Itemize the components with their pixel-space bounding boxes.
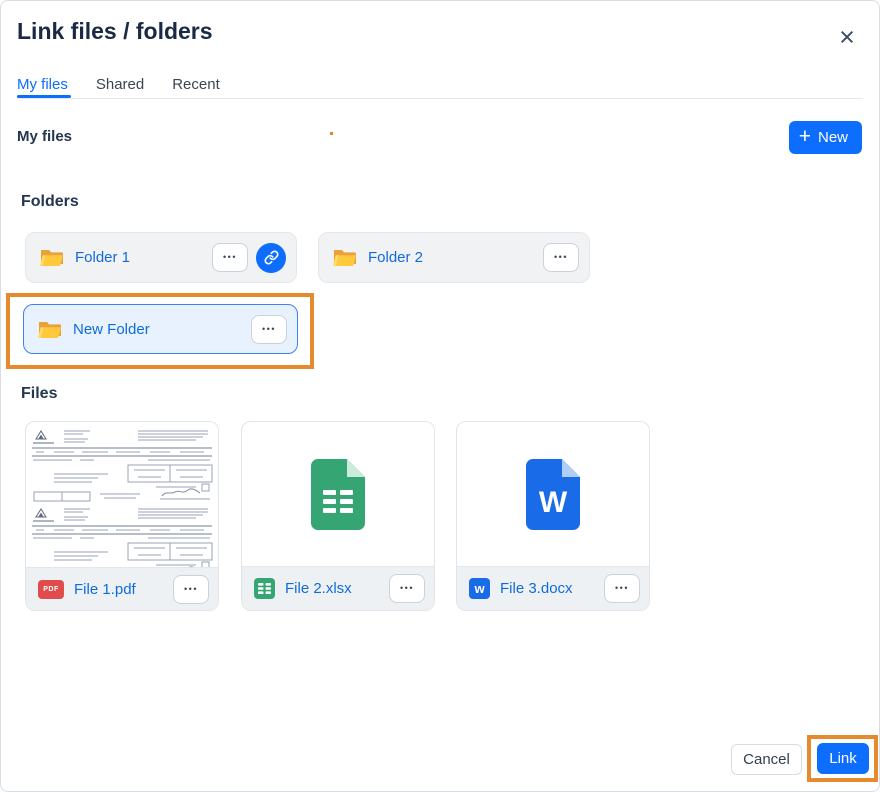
- annotation-dot: [330, 132, 333, 135]
- folder-menu-button[interactable]: •••: [251, 315, 287, 344]
- file-name: File 3.docx: [500, 580, 604, 597]
- new-button-label: New: [818, 129, 848, 146]
- link-icon: [264, 250, 279, 265]
- file-menu-button[interactable]: •••: [173, 575, 209, 604]
- pdf-file-icon: PDF: [38, 580, 64, 599]
- file-name: File 2.xlsx: [285, 580, 389, 597]
- link-button[interactable]: Link: [817, 743, 869, 774]
- tab-my-files[interactable]: My files: [17, 76, 68, 105]
- link-files-dialog: Link files / folders × My files Shared R…: [0, 0, 880, 792]
- folder-card-new-folder[interactable]: New Folder •••: [23, 304, 298, 354]
- word-thumbnail: W: [457, 422, 649, 566]
- spreadsheet-file-icon: [254, 578, 275, 599]
- files-section-title: Files: [21, 385, 57, 403]
- dialog-title: Link files / folders: [17, 18, 213, 45]
- spreadsheet-thumbnail: [242, 422, 434, 566]
- new-button[interactable]: + New: [789, 121, 862, 154]
- file-footer: w File 3.docx •••: [457, 566, 649, 610]
- file-menu-button[interactable]: •••: [389, 574, 425, 603]
- word-file-icon: w: [469, 578, 490, 599]
- folders-section-title: Folders: [21, 193, 79, 211]
- folder-name: Folder 1: [75, 249, 212, 266]
- file-menu-button[interactable]: •••: [604, 574, 640, 603]
- folder-card-folder-2[interactable]: Folder 2 •••: [318, 232, 590, 283]
- folder-menu-button[interactable]: •••: [212, 243, 248, 272]
- folder-menu-button[interactable]: •••: [543, 243, 579, 272]
- tab-recent[interactable]: Recent: [172, 76, 220, 105]
- file-footer: File 2.xlsx •••: [242, 566, 434, 610]
- file-card-xlsx[interactable]: File 2.xlsx •••: [241, 421, 435, 611]
- spreadsheet-icon: [311, 459, 365, 530]
- cancel-button[interactable]: Cancel: [731, 744, 802, 775]
- word-icon: W: [526, 459, 580, 530]
- linked-indicator-button[interactable]: [256, 243, 286, 273]
- pdf-thumbnail: [26, 422, 218, 567]
- file-card-pdf[interactable]: PDF File 1.pdf •••: [25, 421, 219, 611]
- file-name: File 1.pdf: [74, 581, 173, 598]
- word-icon-letter: W: [539, 486, 568, 519]
- plus-icon: +: [799, 126, 811, 147]
- folder-card-folder-1[interactable]: Folder 1 •••: [25, 232, 297, 283]
- tab-shared[interactable]: Shared: [96, 76, 144, 105]
- folder-icon: [40, 248, 63, 267]
- folder-icon: [38, 320, 61, 339]
- close-icon[interactable]: ×: [831, 21, 863, 53]
- content-title: My files: [17, 128, 72, 145]
- tabs-divider: [17, 98, 863, 99]
- file-card-docx[interactable]: W w File 3.docx •••: [456, 421, 650, 611]
- folder-name: Folder 2: [368, 249, 543, 266]
- file-footer: PDF File 1.pdf •••: [26, 567, 218, 610]
- tab-bar: My files Shared Recent: [17, 76, 220, 105]
- folder-icon: [333, 248, 356, 267]
- folder-name: New Folder: [73, 321, 251, 338]
